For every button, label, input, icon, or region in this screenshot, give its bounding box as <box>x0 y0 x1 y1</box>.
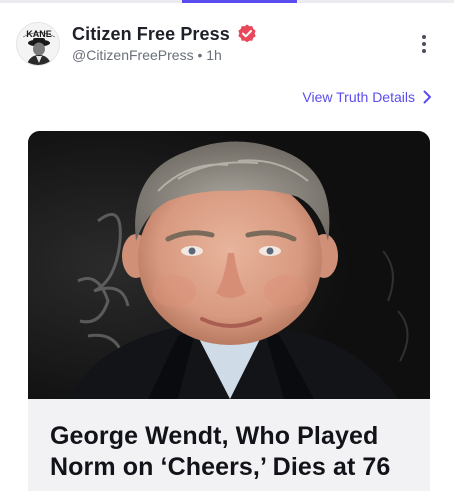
author-name-row: Citizen Free Press <box>72 23 258 45</box>
meta-separator: • <box>197 47 203 63</box>
author-handle[interactable]: @CitizenFreePress <box>72 47 194 63</box>
avatar[interactable]: KANE <box>16 22 60 66</box>
link-preview-caption: George Wendt, Who Played Norm on ‘Cheers… <box>28 399 430 491</box>
more-vertical-icon[interactable] <box>414 32 434 56</box>
link-headline[interactable]: George Wendt, Who Played Norm on ‘Cheers… <box>50 421 408 483</box>
post-time: 1h <box>206 47 222 63</box>
view-truth-details-label: View Truth Details <box>302 89 415 105</box>
link-preview-card[interactable]: George Wendt, Who Played Norm on ‘Cheers… <box>28 131 430 491</box>
truth-post-screen: KANE Citizen Free Press @CitizenFreePres… <box>0 0 454 500</box>
view-truth-details-link[interactable]: View Truth Details <box>302 87 432 107</box>
svg-text:KANE: KANE <box>26 29 52 39</box>
post-header: KANE Citizen Free Press @CitizenFreePres… <box>16 22 440 72</box>
link-headline-line2: Norm on ‘Cheers,’ Dies at 76 <box>50 453 391 481</box>
link-headline-line1: George Wendt, Who Played <box>50 422 379 450</box>
verified-badge-icon <box>238 24 256 43</box>
active-tab-indicator <box>182 0 297 3</box>
link-preview-image <box>28 131 430 399</box>
tab-indicator-bar <box>0 0 454 3</box>
author-display-name[interactable]: Citizen Free Press <box>72 24 230 45</box>
author-meta: @CitizenFreePress • 1h <box>72 47 222 63</box>
chevron-right-icon <box>423 90 431 104</box>
